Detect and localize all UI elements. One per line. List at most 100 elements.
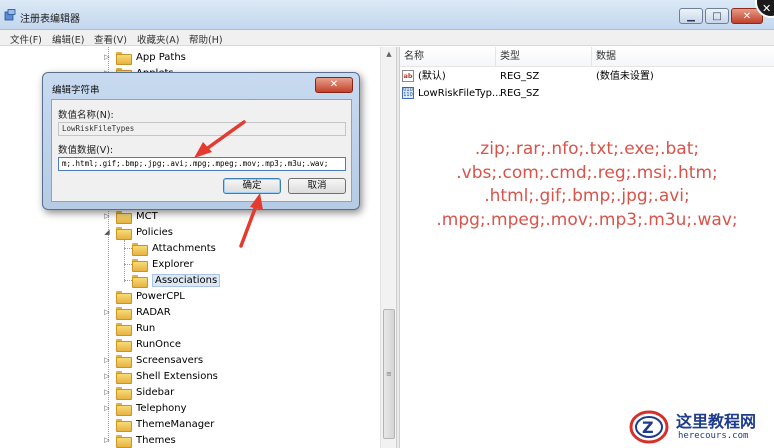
tree-item-label: Sidebar bbox=[136, 386, 175, 398]
menu-help[interactable]: 帮助(H) bbox=[189, 32, 223, 46]
file-types-annotation: .zip;.rar;.nfo;.txt;.exe;.bat; .vbs;.com… bbox=[400, 138, 774, 232]
dialog-body: 数值名称(N): LowRiskFileTypes 数值数据(V): m;.ht… bbox=[51, 99, 352, 202]
watermark-title: 这里教程网 bbox=[676, 412, 757, 431]
expand-icon[interactable]: ▷ bbox=[102, 212, 112, 220]
tree-scrollbar[interactable]: ▲ ≡ bbox=[380, 47, 396, 448]
value-data: (数值未设置) bbox=[596, 71, 654, 82]
minimize-icon: ▁ bbox=[687, 10, 695, 22]
tree-item-label: Themes bbox=[136, 434, 176, 446]
annotation-line: .mpg;.mpeg;.mov;.mp3;.m3u;.wav; bbox=[436, 209, 738, 230]
dialog-close-button[interactable]: ✕ bbox=[315, 77, 353, 93]
folder-icon bbox=[116, 322, 132, 336]
tree-item-label: Explorer bbox=[152, 258, 194, 270]
tree-item-powercpl[interactable]: PowerCPL bbox=[102, 288, 185, 304]
column-header-data[interactable]: 数据 bbox=[592, 47, 774, 67]
folder-icon bbox=[116, 386, 132, 400]
minimize-button[interactable]: ▁ bbox=[679, 8, 703, 24]
list-header: 名称 类型 数据 bbox=[400, 47, 774, 67]
menu-file[interactable]: 文件(F) bbox=[10, 32, 42, 46]
tree-item-label: PowerCPL bbox=[136, 290, 185, 302]
tree-item-label: ThemeManager bbox=[136, 418, 215, 430]
maximize-button[interactable]: □ bbox=[705, 8, 729, 24]
folder-icon bbox=[116, 306, 132, 320]
site-logo-icon: Z bbox=[629, 410, 669, 444]
value-name: LowRiskFileTyp... bbox=[418, 88, 502, 99]
list-item[interactable]: ab (默认) REG_SZ (数值未设置) bbox=[400, 68, 774, 85]
collapse-icon[interactable]: ◢ bbox=[102, 228, 112, 236]
tree-item-label: Attachments bbox=[152, 242, 216, 254]
close-icon: ✕ bbox=[762, 2, 772, 15]
dialog-title: 编辑字符串 bbox=[52, 85, 100, 96]
expand-icon[interactable]: ▷ bbox=[102, 388, 112, 396]
tree-item-shell-extensions[interactable]: ▷ Shell Extensions bbox=[102, 368, 218, 384]
folder-icon bbox=[132, 274, 148, 288]
menu-favorites[interactable]: 收藏夹(A) bbox=[137, 32, 179, 46]
folder-icon bbox=[116, 210, 132, 224]
tree-item-app-paths[interactable]: ▷ App Paths bbox=[102, 49, 186, 65]
scrollbar-thumb[interactable]: ≡ bbox=[383, 309, 395, 439]
tree-item-attachments[interactable]: Attachments bbox=[118, 240, 216, 256]
tree-item-run[interactable]: Run bbox=[102, 320, 155, 336]
value-data-input[interactable]: m;.html;.gif;.bmp;.jpg;.avi;.mpg;.mpeg;.… bbox=[58, 157, 346, 171]
tree-item-label: Policies bbox=[136, 226, 173, 238]
tree-item-label: MCT bbox=[136, 210, 158, 222]
folder-icon bbox=[132, 242, 148, 256]
expand-icon[interactable]: ▷ bbox=[102, 356, 112, 364]
window-controls: ▁ □ ✕ bbox=[679, 8, 765, 24]
string-value-icon: ab bbox=[402, 70, 414, 82]
value-list[interactable]: 名称 类型 数据 ab (默认) REG_SZ (数值未设置) 010 110 L… bbox=[400, 47, 774, 448]
scroll-up-icon[interactable]: ▲ bbox=[381, 47, 397, 61]
tree-item-runonce[interactable]: RunOnce bbox=[102, 336, 181, 352]
column-header-type[interactable]: 类型 bbox=[496, 47, 592, 67]
menu-edit[interactable]: 编辑(E) bbox=[52, 32, 84, 46]
annotation-line: .vbs;.com;.cmd;.reg;.msi;.htm; bbox=[456, 162, 718, 183]
tree-item-themes[interactable]: ▷ Themes bbox=[102, 432, 176, 448]
tree-item-label: RADAR bbox=[136, 306, 171, 318]
annotation-line: .html;.gif;.bmp;.jpg;.avi; bbox=[484, 186, 690, 206]
binary-value-icon: 010 110 bbox=[402, 87, 414, 99]
svg-text:Z: Z bbox=[642, 418, 654, 437]
expand-icon[interactable]: ▷ bbox=[102, 53, 112, 61]
folder-icon bbox=[116, 370, 132, 384]
folder-icon bbox=[116, 290, 132, 304]
tree-item-thememanager[interactable]: ThemeManager bbox=[102, 416, 214, 432]
folder-icon bbox=[132, 258, 148, 272]
tree-item-sidebar[interactable]: ▷ Sidebar bbox=[102, 384, 174, 400]
folder-icon bbox=[116, 418, 132, 432]
value-name-field: LowRiskFileTypes bbox=[58, 122, 346, 136]
tree-item-label: Screensavers bbox=[136, 354, 204, 366]
tree-item-screensavers[interactable]: ▷ Screensavers bbox=[102, 352, 203, 368]
cancel-button[interactable]: 取消 bbox=[288, 178, 346, 194]
menu-view[interactable]: 查看(V) bbox=[94, 32, 127, 46]
tree-item-mct[interactable]: ▷ MCT bbox=[102, 208, 158, 224]
value-name: (默认) bbox=[418, 71, 446, 82]
watermark-url: herecours.com bbox=[678, 431, 749, 441]
list-item[interactable]: 010 110 LowRiskFileTyp... REG_SZ bbox=[400, 85, 774, 102]
expand-icon[interactable]: ▷ bbox=[102, 404, 112, 412]
tree-item-explorer[interactable]: Explorer bbox=[118, 256, 194, 272]
tree-item-radar[interactable]: ▷ RADAR bbox=[102, 304, 171, 320]
ok-button[interactable]: 确定 bbox=[223, 178, 281, 194]
tree-item-label: Associations bbox=[152, 273, 221, 287]
expand-icon[interactable]: ▷ bbox=[102, 436, 112, 444]
tree-item-associations[interactable]: Associations bbox=[118, 272, 221, 288]
value-name-label: 数值名称(N): bbox=[58, 110, 114, 121]
tree-item-label: Run bbox=[136, 322, 156, 334]
close-icon: ✕ bbox=[329, 79, 339, 90]
folder-open-icon bbox=[116, 226, 132, 240]
tree-item-label: Shell Extensions bbox=[136, 370, 218, 382]
tree-item-telephony[interactable]: ▷ Telephony bbox=[102, 400, 187, 416]
folder-icon bbox=[116, 51, 132, 65]
maximize-icon: □ bbox=[712, 10, 722, 22]
value-type: REG_SZ bbox=[500, 88, 540, 99]
tree-item-policies[interactable]: ◢ Policies bbox=[102, 224, 173, 240]
value-data-label: 数值数据(V): bbox=[58, 145, 114, 156]
window-title: 注册表编辑器 bbox=[20, 14, 80, 25]
column-header-name[interactable]: 名称 bbox=[400, 47, 496, 67]
title-bar: 注册表编辑器 ▁ □ ✕ bbox=[0, 0, 774, 30]
value-type: REG_SZ bbox=[500, 71, 540, 82]
folder-icon bbox=[116, 354, 132, 368]
expand-icon[interactable]: ▷ bbox=[102, 308, 112, 316]
expand-icon[interactable]: ▷ bbox=[102, 372, 112, 380]
tree-item-label: App Paths bbox=[136, 51, 186, 63]
